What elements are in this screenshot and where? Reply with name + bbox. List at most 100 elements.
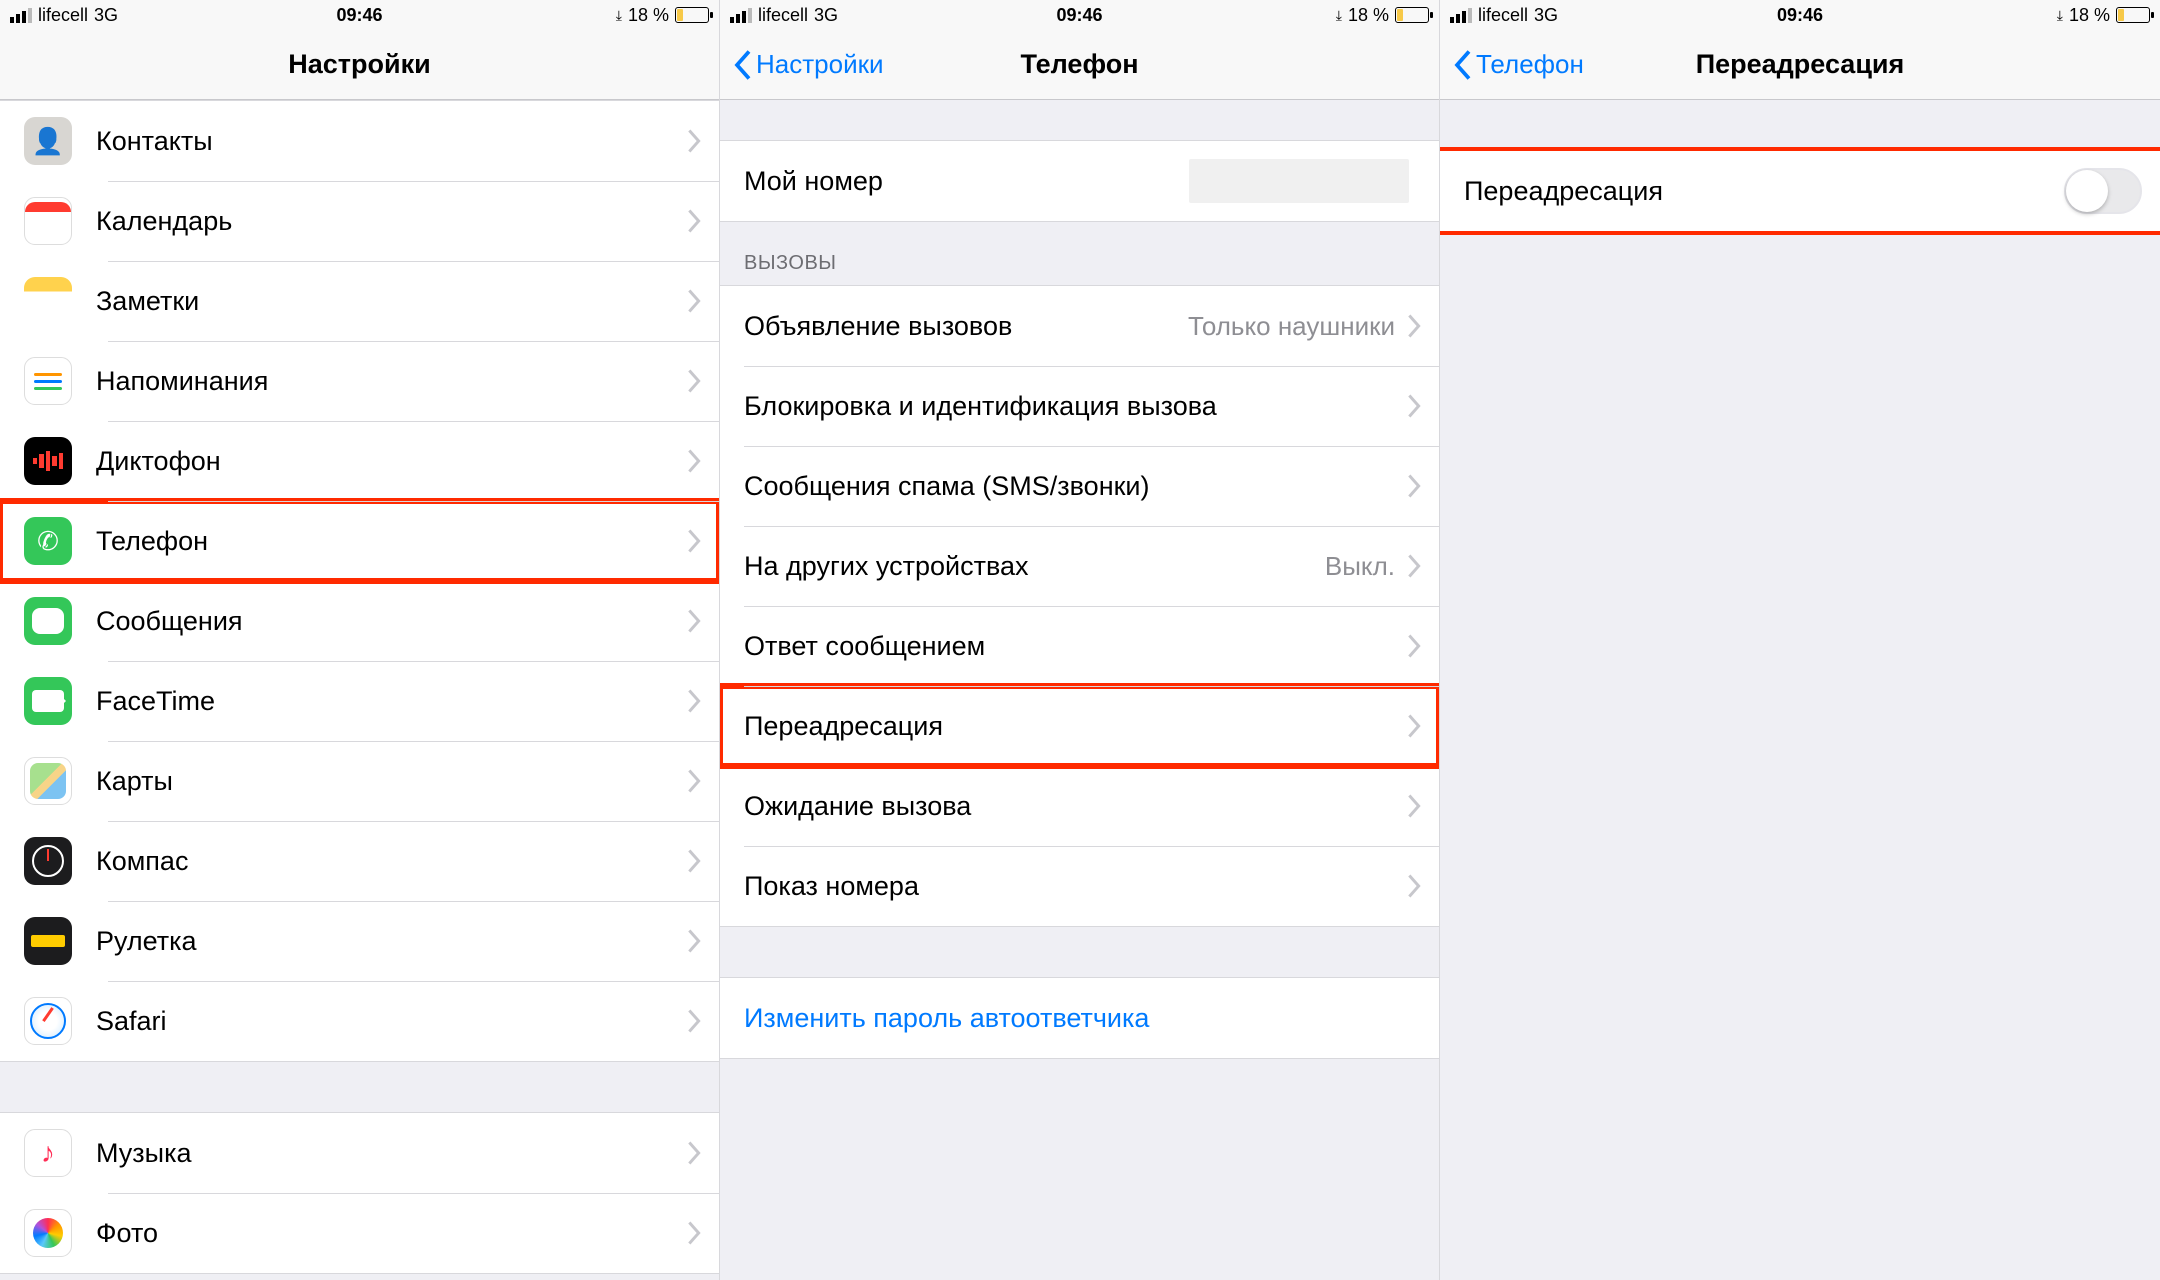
chevron-right-icon (687, 1141, 701, 1165)
forwarding-toggle[interactable] (2064, 168, 2142, 214)
settings-row-facetime[interactable]: FaceTime (0, 661, 719, 741)
row-label: На других устройствах (744, 551, 1325, 582)
settings-row-compass[interactable]: Компас (0, 821, 719, 901)
settings-row-music[interactable]: ♪Музыка (0, 1113, 719, 1193)
nav-bar: Настройки (0, 30, 719, 100)
chevron-right-icon (687, 529, 701, 553)
chevron-right-icon (1407, 554, 1421, 578)
chevron-right-icon (687, 129, 701, 153)
phone-row[interactable]: Ожидание вызова (720, 766, 1439, 846)
back-label: Настройки (756, 49, 884, 80)
chevron-left-icon (1454, 50, 1472, 80)
chevron-right-icon (1407, 874, 1421, 898)
chevron-right-icon (687, 1009, 701, 1033)
phone-row[interactable]: Блокировка и идентификация вызова (720, 366, 1439, 446)
screen-phone: lifecell 3G 09:46 ⤓ 18 % Настройки Телеф… (720, 0, 1440, 1280)
row-label: Блокировка и идентификация вызова (744, 391, 1407, 422)
phone-row[interactable]: Объявление вызововТолько наушники (720, 286, 1439, 366)
row-label: Объявление вызовов (744, 311, 1188, 342)
phone-icon: ✆ (24, 517, 72, 565)
chevron-right-icon (1407, 314, 1421, 338)
measure-icon (24, 917, 72, 965)
chevron-right-icon (687, 209, 701, 233)
chevron-right-icon (1407, 794, 1421, 818)
settings-row-phone[interactable]: ✆ Телефон (0, 501, 719, 581)
row-label: Заметки (96, 286, 687, 317)
nav-title: Настройки (0, 49, 719, 80)
settings-row-safari[interactable]: Safari (0, 981, 719, 1061)
status-time: 09:46 (0, 5, 719, 26)
chevron-right-icon (1407, 714, 1421, 738)
settings-row-calendar[interactable]: Календарь (0, 181, 719, 261)
forwarding-group: Переадресация (1440, 150, 2160, 232)
maps-icon (24, 757, 72, 805)
status-bar: lifecell 3G 09:46 ⤓ 18 % (720, 0, 1439, 30)
chevron-right-icon (1407, 474, 1421, 498)
settings-row-voice[interactable]: Диктофон (0, 421, 719, 501)
safari-icon (24, 997, 72, 1045)
messages-icon (24, 597, 72, 645)
battery-icon (675, 7, 709, 23)
phone-row[interactable]: Ответ сообщением (720, 606, 1439, 686)
voice-memos-icon (24, 437, 72, 485)
phone-row[interactable]: Показ номера (720, 846, 1439, 926)
settings-row-maps[interactable]: Карты (0, 741, 719, 821)
phone-row[interactable]: Переадресация (720, 686, 1439, 766)
row-label: Телефон (96, 526, 687, 557)
row-my-number[interactable]: Мой номер (720, 141, 1439, 221)
settings-row-reminders[interactable]: Напоминания (0, 341, 719, 421)
chevron-left-icon (734, 50, 752, 80)
settings-row-photos[interactable]: Фото (0, 1193, 719, 1273)
row-label: Диктофон (96, 446, 687, 477)
my-number-group: Мой номер (720, 140, 1439, 222)
screen-settings: lifecell 3G 09:46 ⤓ 18 % Настройки 👤Конт… (0, 0, 720, 1280)
settings-row-msg[interactable]: Сообщения (0, 581, 719, 661)
settings-row-contacts[interactable]: 👤Контакты (0, 101, 719, 181)
chevron-right-icon (687, 1221, 701, 1245)
row-label: Мой номер (744, 166, 1189, 197)
settings-row-notes[interactable]: Заметки (0, 261, 719, 341)
nav-bar: Телефон Переадресация (1440, 30, 2160, 100)
status-bar: lifecell 3G 09:46 ⤓ 18 % (0, 0, 719, 30)
chevron-right-icon (687, 289, 701, 313)
back-button[interactable]: Настройки (734, 49, 884, 80)
row-label: Ответ сообщением (744, 631, 1407, 662)
back-label: Телефон (1476, 49, 1584, 80)
compass-icon (24, 837, 72, 885)
chevron-right-icon (687, 449, 701, 473)
status-time: 09:46 (720, 5, 1439, 26)
facetime-icon (24, 677, 72, 725)
calendar-icon (24, 197, 72, 245)
row-label: Переадресация (1464, 176, 2064, 207)
notes-icon (24, 277, 72, 325)
row-label: Календарь (96, 206, 687, 237)
row-label: Сообщения спама (SMS/звонки) (744, 471, 1407, 502)
row-label: Сообщения (96, 606, 687, 637)
back-button[interactable]: Телефон (1454, 49, 1584, 80)
calls-list[interactable]: Объявление вызововТолько наушники Блокиро… (720, 285, 1439, 927)
photos-icon (24, 1209, 72, 1257)
my-number-value (1189, 159, 1409, 203)
settings-row-measure[interactable]: Рулетка (0, 901, 719, 981)
nav-bar: Настройки Телефон (720, 30, 1439, 100)
phone-row[interactable]: Сообщения спама (SMS/звонки) (720, 446, 1439, 526)
chevron-right-icon (687, 769, 701, 793)
phone-row[interactable]: На других устройствахВыкл. (720, 526, 1439, 606)
row-forwarding-toggle[interactable]: Переадресация (1440, 151, 2160, 231)
chevron-right-icon (687, 689, 701, 713)
row-label: Музыка (96, 1138, 687, 1169)
row-label: Рулетка (96, 926, 687, 957)
settings-list[interactable]: 👤Контакты Календарь Заметки Напоминания Дикт… (0, 100, 719, 1062)
row-label: Контакты (96, 126, 687, 157)
chevron-right-icon (687, 609, 701, 633)
status-time: 09:46 (1440, 5, 2160, 26)
row-label: Показ номера (744, 871, 1407, 902)
row-label: Напоминания (96, 366, 687, 397)
row-change-voicemail-password[interactable]: Изменить пароль автоответчика (720, 978, 1439, 1058)
settings-list-media[interactable]: ♪МузыкаФото (0, 1112, 719, 1274)
row-label: Изменить пароль автоответчика (744, 1003, 1421, 1034)
chevron-right-icon (1407, 634, 1421, 658)
chevron-right-icon (687, 849, 701, 873)
row-value: Только наушники (1188, 311, 1395, 342)
battery-icon (2116, 7, 2150, 23)
